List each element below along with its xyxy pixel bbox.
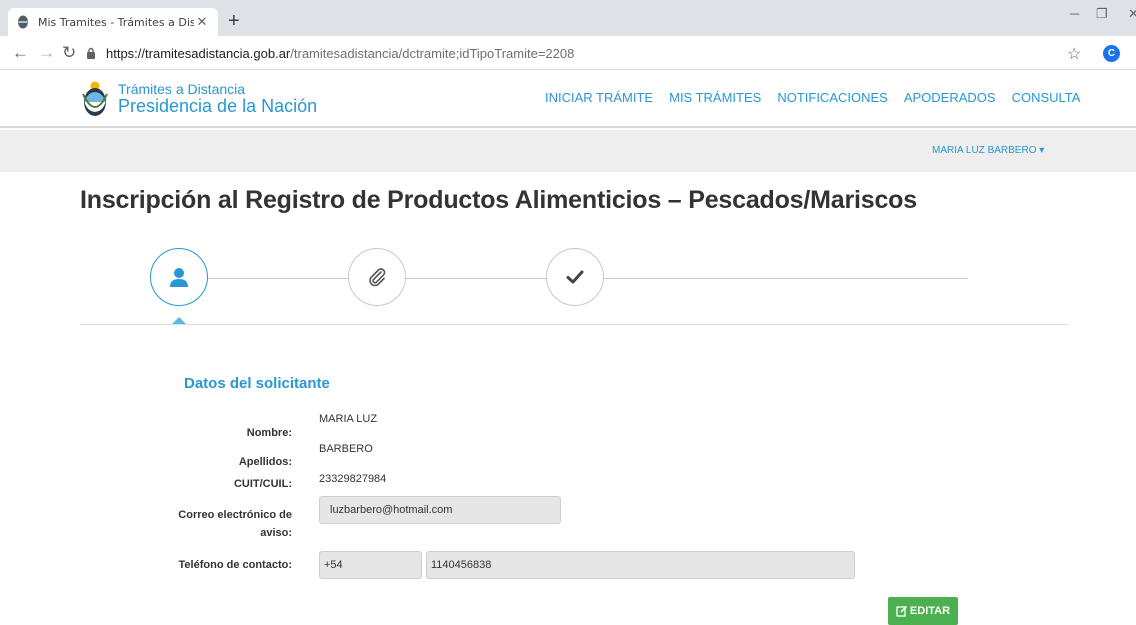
new-tab-icon[interactable]: + [228, 11, 240, 31]
site-header: Trámites a Distancia Presidencia de la N… [0, 70, 1136, 128]
user-name: MARIA LUZ BARBERO [932, 145, 1037, 156]
browser-tab-bar: Mis Tramites - Trámites a Distanc ✕ + ─ … [0, 0, 1136, 36]
escudo-icon [82, 81, 108, 116]
back-icon[interactable]: ← [12, 43, 29, 63]
user-bar: MARIA LUZ BARBERO ▾ [0, 130, 1136, 172]
apellidos-label: Apellidos: [238, 456, 292, 468]
correo-label: Correo electrónico de aviso: [170, 506, 292, 542]
minimize-icon[interactable]: ─ [1070, 6, 1079, 21]
lock-icon [86, 46, 100, 60]
brand-logo[interactable]: Trámites a Distancia Presidencia de la N… [80, 80, 317, 118]
cuit-value: 23329827984 [319, 473, 387, 485]
close-tab-icon[interactable]: ✕ [194, 14, 210, 30]
paperclip-icon [369, 268, 386, 287]
phone-prefix-field[interactable]: +54 [319, 551, 422, 579]
user-menu[interactable]: MARIA LUZ BARBERO ▾ [932, 145, 1044, 156]
step-datos[interactable] [150, 248, 208, 306]
brand-line-1: Trámites a Distancia [118, 81, 246, 97]
caret-down-icon: ▾ [1039, 145, 1045, 156]
nav-consulta[interactable]: CONSULTA [1012, 90, 1081, 105]
cuit-label: CUIT/CUIL: [233, 478, 292, 490]
close-window-icon[interactable]: ✕ [1128, 6, 1136, 22]
forward-icon[interactable]: → [38, 43, 55, 63]
phone-number-field[interactable]: 1140456838 [426, 551, 855, 579]
edit-icon [896, 605, 907, 617]
correo-label-line-2: aviso: [260, 527, 292, 539]
browser-address-bar: ← → ↻ https://tramitesadistancia.gob.ar /… [0, 36, 1136, 70]
tab-title: Mis Tramites - Trámites a Distanc [38, 15, 194, 29]
email-field[interactable]: luzbarbero@hotmail.com [319, 496, 561, 524]
main-nav: INICIAR TRÁMITE MIS TRÁMITES NOTIFICACIO… [545, 90, 1080, 105]
site-favicon-icon [16, 15, 30, 29]
nav-notificaciones[interactable]: NOTIFICACIONES [777, 90, 888, 105]
bookmark-star-icon[interactable]: ☆ [1067, 44, 1081, 64]
profile-avatar[interactable]: C [1103, 45, 1120, 62]
edit-button-label: EDITAR [909, 605, 951, 617]
check-icon [566, 270, 584, 284]
step-adjuntos[interactable] [348, 248, 406, 306]
nav-apoderados[interactable]: APODERADOS [904, 90, 996, 105]
telefono-label: Teléfono de contacto: [178, 559, 292, 571]
reload-icon[interactable]: ↻ [62, 43, 76, 63]
nav-iniciar-tramite[interactable]: INICIAR TRÁMITE [545, 90, 653, 105]
restore-icon[interactable]: ❐ [1096, 6, 1108, 22]
url-input[interactable]: https://tramitesadistancia.gob.ar/tramit… [86, 40, 1054, 66]
page-title: Inscripción al Registro de Productos Ali… [80, 186, 917, 214]
url-path: /tramitesadistancia/dctramite;idTipoTram… [290, 45, 575, 61]
user-icon [170, 268, 188, 287]
nombre-value: MARIA LUZ [319, 413, 378, 425]
nombre-label: Nombre: [246, 427, 292, 439]
section-title: Datos del solicitante [184, 375, 330, 392]
brand-line-2: Presidencia de la Nación [118, 96, 318, 116]
correo-label-line-1: Correo electrónico de [178, 509, 292, 521]
nav-mis-tramites[interactable]: MIS TRÁMITES [669, 90, 761, 105]
step-confirmar[interactable] [546, 248, 604, 306]
url-host: https://tramitesadistancia.gob.ar [106, 45, 291, 61]
stepper-divider [80, 324, 1068, 325]
browser-tab[interactable]: Mis Tramites - Trámites a Distanc ✕ [8, 8, 218, 36]
apellidos-value: BARBERO [319, 443, 373, 455]
